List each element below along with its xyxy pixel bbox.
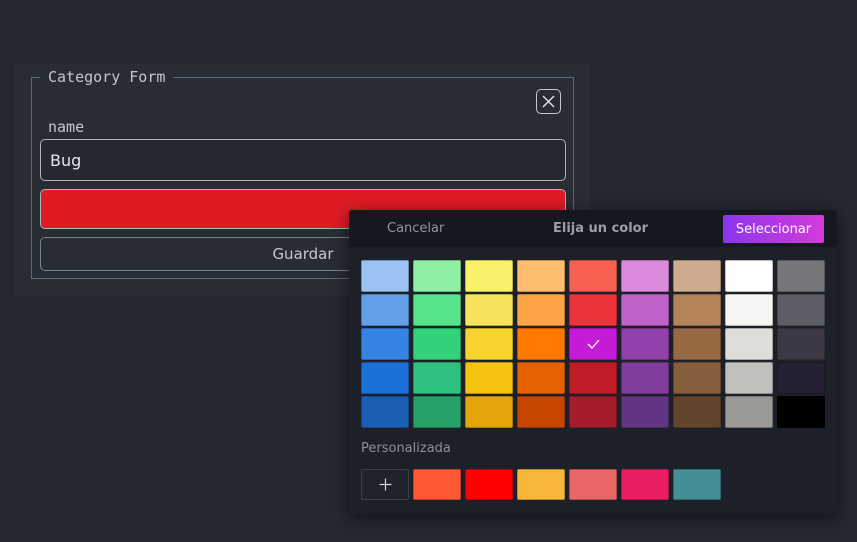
color-swatch[interactable] [621,396,669,428]
color-swatch[interactable] [569,294,617,326]
color-picker-title: Elija un color [553,221,649,236]
color-swatch[interactable] [725,362,773,394]
color-swatch[interactable] [465,260,513,292]
name-label: name [48,118,85,136]
color-swatch[interactable] [621,294,669,326]
select-button[interactable]: Seleccionar [723,215,824,243]
color-swatch[interactable] [673,362,721,394]
color-swatch[interactable] [673,396,721,428]
form-legend: Category Form [48,68,166,86]
color-swatch[interactable] [777,362,825,394]
color-swatch[interactable] [725,294,773,326]
color-swatch[interactable] [569,362,617,394]
custom-color-swatch[interactable] [673,469,721,500]
custom-color-swatch[interactable] [465,469,513,500]
color-swatch[interactable] [777,328,825,360]
color-swatch[interactable] [413,294,461,326]
add-custom-color-button[interactable] [361,469,409,500]
color-picker-popover: Cancelar Elija un color Seleccionar Pers… [349,210,837,514]
close-icon [542,95,555,108]
color-swatch[interactable] [465,294,513,326]
color-swatch[interactable] [777,396,825,428]
color-swatch[interactable] [569,396,617,428]
color-swatch[interactable] [673,260,721,292]
color-swatch[interactable] [465,328,513,360]
color-swatch[interactable] [361,294,409,326]
plus-icon [379,478,391,491]
color-swatch[interactable] [361,362,409,394]
color-swatch[interactable] [569,260,617,292]
color-swatch[interactable] [413,260,461,292]
custom-color-swatch[interactable] [517,469,565,500]
color-swatch[interactable] [517,294,565,326]
color-swatch[interactable] [361,396,409,428]
custom-colors-row [361,469,721,500]
color-swatch[interactable] [621,362,669,394]
close-button[interactable] [536,89,561,114]
color-swatch[interactable] [777,260,825,292]
color-swatch[interactable] [413,328,461,360]
name-input[interactable] [40,139,566,181]
color-swatch[interactable] [673,294,721,326]
color-swatch[interactable] [517,362,565,394]
color-picker-header: Cancelar Elija un color Seleccionar [349,210,837,247]
color-swatch[interactable] [517,396,565,428]
check-icon [587,339,599,349]
custom-colors-label: Personalizada [361,441,451,456]
color-swatch[interactable] [517,328,565,360]
color-swatch[interactable] [361,328,409,360]
color-swatch[interactable] [465,396,513,428]
color-swatch[interactable] [517,260,565,292]
color-swatch[interactable] [673,328,721,360]
color-swatch[interactable] [361,260,409,292]
color-swatch[interactable] [725,260,773,292]
custom-color-swatch[interactable] [569,469,617,500]
color-swatch[interactable] [465,362,513,394]
custom-color-swatch[interactable] [413,469,461,500]
color-swatch-selected[interactable] [569,328,617,360]
cancel-button[interactable]: Cancelar [387,221,444,236]
color-swatch[interactable] [621,328,669,360]
color-swatch[interactable] [725,328,773,360]
color-swatch[interactable] [777,294,825,326]
color-swatch[interactable] [621,260,669,292]
custom-color-swatch[interactable] [621,469,669,500]
color-swatch[interactable] [413,362,461,394]
color-palette-grid [361,260,825,428]
color-swatch[interactable] [413,396,461,428]
color-swatch[interactable] [725,396,773,428]
